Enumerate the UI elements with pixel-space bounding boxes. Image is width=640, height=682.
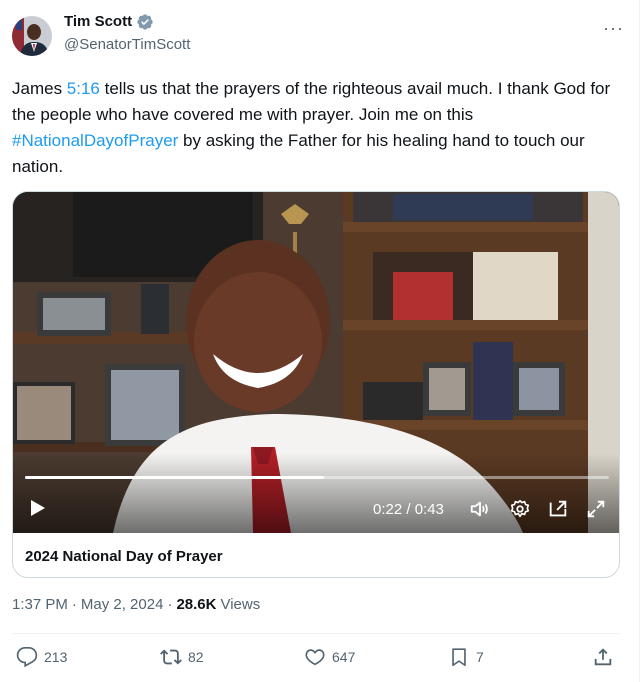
controls-gradient xyxy=(13,453,619,533)
reply-button[interactable]: 213 xyxy=(16,646,67,668)
repost-icon xyxy=(160,649,182,665)
like-button[interactable]: 647 xyxy=(304,646,355,668)
heart-icon xyxy=(305,649,325,666)
views-count: 28.6K xyxy=(176,596,217,613)
repost-button[interactable]: 82 xyxy=(160,646,204,668)
avatar[interactable] xyxy=(12,16,52,56)
video-time: 0:22 / 0:43 xyxy=(373,501,444,518)
tweet-metadata: 1:37 PM · May 2, 2024 · 28.6K Views xyxy=(12,596,260,613)
reply-icon xyxy=(16,647,38,668)
author-handle[interactable]: @SenatorTimScott xyxy=(64,35,190,55)
video-player[interactable]: 0:22 / 0:43 xyxy=(13,192,619,533)
tweet-text-part: tells us that the prayers of the righteo… xyxy=(12,79,611,124)
card-title[interactable]: 2024 National Day of Prayer xyxy=(25,548,223,565)
tweet-header: Tim Scott @SenatorTimScott ··· xyxy=(12,12,628,64)
volume-icon[interactable] xyxy=(469,498,491,520)
more-options-icon[interactable]: ··· xyxy=(603,18,624,39)
share-icon xyxy=(594,648,612,666)
author-names: Tim Scott @SenatorTimScott xyxy=(64,12,190,55)
share-button[interactable] xyxy=(592,646,614,668)
meta-separator: · xyxy=(71,596,77,613)
hashtag-link[interactable]: #NationalDayofPrayer xyxy=(12,131,178,150)
bookmark-button[interactable]: 7 xyxy=(448,646,484,668)
views-label: Views xyxy=(220,596,261,613)
play-icon[interactable] xyxy=(27,498,47,518)
like-count: 647 xyxy=(332,649,356,665)
repost-count: 82 xyxy=(188,649,204,665)
tweet-text-part: James xyxy=(12,79,67,98)
settings-icon[interactable] xyxy=(509,498,531,520)
tweet-time[interactable]: 1:37 PM xyxy=(12,596,68,613)
dock-icon[interactable] xyxy=(547,498,569,520)
video-card[interactable]: 0:22 / 0:43 2024 National Day of Prayer xyxy=(12,191,620,578)
bookmark-count: 7 xyxy=(476,649,484,665)
action-bar: 213 82 647 7 xyxy=(12,646,620,674)
fullscreen-icon[interactable] xyxy=(585,498,607,520)
tweet-text: James 5:16 tells us that the prayers of … xyxy=(12,76,624,180)
video-progress-bar[interactable] xyxy=(25,476,609,479)
meta-separator: · xyxy=(167,596,173,613)
verse-link[interactable]: 5:16 xyxy=(67,79,100,98)
bookmark-icon xyxy=(452,648,466,667)
tweet-date[interactable]: May 2, 2024 xyxy=(81,596,164,613)
reply-count: 213 xyxy=(44,649,68,665)
author-display-name[interactable]: Tim Scott xyxy=(64,12,132,32)
divider xyxy=(12,633,620,634)
video-progress-fill xyxy=(25,476,324,479)
verified-badge-icon[interactable] xyxy=(136,13,154,31)
